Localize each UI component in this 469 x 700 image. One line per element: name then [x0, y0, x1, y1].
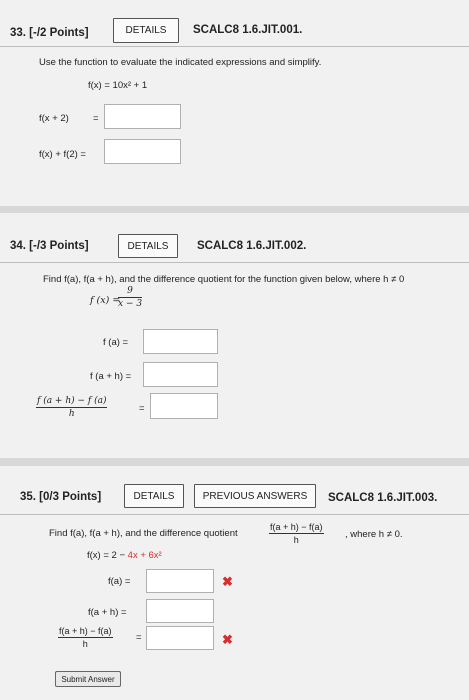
details-button[interactable]: DETAILS: [113, 18, 179, 43]
divider: [0, 514, 469, 515]
answer-input-difference-quotient[interactable]: [146, 626, 214, 650]
submit-answer-button[interactable]: Submit Answer: [55, 671, 121, 687]
question-33-panel: 33. [-/2 Points] DETAILS SCALC8 1.6.JIT.…: [0, 0, 469, 206]
numerator: 9: [118, 286, 143, 298]
function-definition: f(x) = 10x² + 1: [88, 80, 148, 91]
difference-quotient: f(a + h) − f(a) h: [58, 626, 113, 649]
incorrect-x-icon: ✖: [222, 574, 233, 589]
denominator: x − 3: [118, 299, 143, 309]
equals-sign: =: [139, 403, 145, 414]
numerator: f (a + h) − f (a): [36, 396, 108, 408]
incorrect-x-icon: ✖: [222, 632, 233, 647]
function-fraction: 9 x − 3: [118, 286, 143, 309]
details-button[interactable]: DETAILS: [118, 234, 178, 258]
answer-input-f-a[interactable]: [146, 569, 214, 593]
question-34-header: 34. [-/3 Points]: [10, 240, 89, 252]
equals-sign: =: [136, 632, 142, 643]
answer-input-f-x-plus-2[interactable]: [104, 104, 181, 129]
answer-input-f-a-plus-h[interactable]: [143, 362, 218, 387]
question-33-header: 33. [-/2 Points]: [10, 27, 89, 39]
divider: [0, 262, 469, 263]
question-34-panel: 34. [-/3 Points] DETAILS SCALC8 1.6.JIT.…: [0, 213, 469, 458]
instruction-text: Use the function to evaluate the indicat…: [39, 57, 322, 68]
numerator: f(a + h) − f(a): [269, 522, 324, 534]
divider: [0, 46, 469, 47]
question-code: SCALC8 1.6.JIT.003.: [328, 492, 438, 504]
row-label: f (a + h) =: [90, 371, 132, 382]
answer-input-f-a[interactable]: [143, 329, 218, 354]
row-label: f(a + h) =: [88, 607, 127, 618]
difference-quotient: f (a + h) − f (a) h: [36, 396, 108, 419]
equals-sign: =: [93, 113, 99, 124]
denominator: h: [293, 535, 299, 545]
row-label: f(x) + f(2) =: [39, 149, 86, 160]
function-prefix: f(x) = 2 −: [87, 550, 128, 561]
answer-input-f-x-plus-f-2[interactable]: [104, 139, 181, 164]
question-35-header: 35. [0/3 Points]: [20, 491, 102, 503]
function-definition: f(x) = 2 − 4x + 6x²: [87, 550, 162, 561]
row-label: f(a) =: [108, 576, 131, 587]
inline-difference-quotient: f(a + h) − f(a) h: [269, 522, 324, 545]
row-label: f (a) =: [103, 337, 129, 348]
instruction-text: Find f(a), f(a + h), and the difference …: [43, 274, 405, 285]
details-button[interactable]: DETAILS: [124, 484, 184, 508]
numerator: f(a + h) − f(a): [58, 626, 113, 638]
denominator: h: [68, 409, 75, 419]
question-code: SCALC8 1.6.JIT.001.: [193, 24, 303, 36]
instruction-text: Find f(a), f(a + h), and the difference …: [49, 528, 238, 539]
question-code: SCALC8 1.6.JIT.002.: [197, 240, 307, 252]
previous-answers-button[interactable]: PREVIOUS ANSWERS: [194, 484, 316, 508]
function-highlight: 4x + 6x²: [127, 550, 162, 561]
function-lhs: f (x) =: [90, 295, 121, 306]
answer-input-difference-quotient[interactable]: [150, 393, 218, 419]
question-35-panel: 35. [0/3 Points] DETAILS PREVIOUS ANSWER…: [0, 466, 469, 700]
denominator: h: [82, 639, 88, 649]
row-label: f(x + 2): [39, 113, 69, 124]
instruction-text-end: , where h ≠ 0.: [345, 529, 403, 540]
answer-input-f-a-plus-h[interactable]: [146, 599, 214, 623]
